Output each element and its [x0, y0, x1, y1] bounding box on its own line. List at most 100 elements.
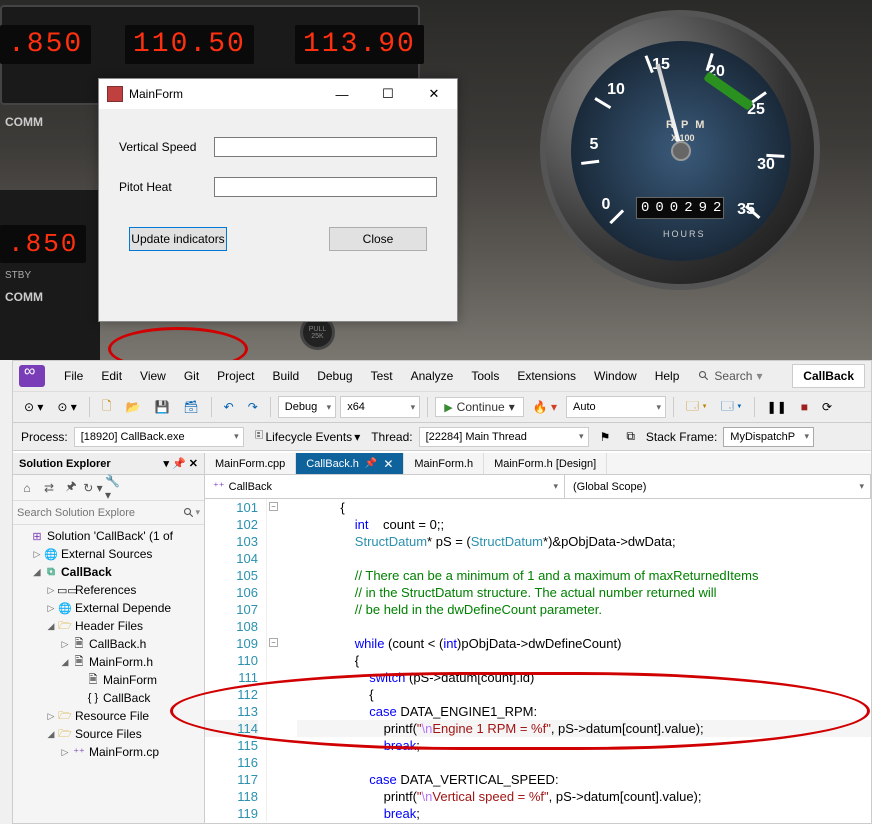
tb-saveall-icon[interactable]: 🗃: [178, 397, 203, 417]
gauge-num-10: 10: [601, 81, 631, 99]
menu-view[interactable]: View: [131, 365, 175, 387]
nav-member-combo[interactable]: (Global Scope): [565, 475, 871, 498]
menu-build[interactable]: Build: [264, 365, 309, 387]
tab-pin-icon[interactable]: 📌: [365, 458, 377, 469]
tb-auto-dropdown[interactable]: Auto: [566, 396, 666, 418]
mainform-window: MainForm — ☐ ✕ Vertical Speed Pitot Heat…: [98, 78, 458, 322]
menu-project[interactable]: Project: [208, 365, 263, 387]
editor-tabs: MainForm.cpp CallBack.h📌✕ MainForm.h Mai…: [205, 453, 871, 475]
menu-help[interactable]: Help: [646, 365, 689, 387]
update-indicators-button[interactable]: Update indicators: [129, 227, 227, 251]
comm-label-a: COMM: [5, 115, 43, 129]
solexp-refresh-icon[interactable]: ↻ ▾: [83, 478, 103, 498]
maximize-button[interactable]: ☐: [365, 79, 411, 109]
tree-resource-files[interactable]: ▷🗁Resource File: [13, 707, 204, 725]
tb-stop-icon[interactable]: ■: [796, 397, 813, 417]
lifecycle-button[interactable]: 🗉 Lifecycle Events ▾: [250, 423, 366, 450]
tree-external-deps[interactable]: ▷🌐External Depende: [13, 599, 204, 617]
tb-new-icon[interactable]: 🗋: [97, 394, 117, 421]
visual-studio-window: File Edit View Git Project Build Debug T…: [12, 360, 872, 824]
menu-git[interactable]: Git: [175, 365, 208, 387]
menu-debug[interactable]: Debug: [308, 365, 361, 387]
tree-mainform-sub[interactable]: 🗎MainForm: [13, 671, 204, 689]
vs-menubar: File Edit View Git Project Build Debug T…: [13, 361, 871, 391]
tb-config-dropdown[interactable]: Debug: [278, 396, 336, 418]
mainform-title-text: MainForm: [129, 87, 183, 101]
nav-scope-combo[interactable]: ⁺⁺CallBack: [205, 475, 565, 498]
flag-icon[interactable]: ⚑: [595, 427, 616, 447]
tree-callback-sub[interactable]: { }CallBack: [13, 689, 204, 707]
stack-label: Stack Frame:: [646, 430, 717, 444]
menu-tools[interactable]: Tools: [462, 365, 508, 387]
tb-box1-icon[interactable]: 🗔 ▾: [681, 394, 712, 421]
tb-restart-icon[interactable]: ⟳: [817, 397, 837, 417]
tree-mainform-cpp[interactable]: ▷⁺⁺MainForm.cp: [13, 743, 204, 761]
solexp-switch-icon[interactable]: ⇄: [39, 478, 59, 498]
comm-label-b: COMM: [5, 290, 43, 304]
tree-callback-h[interactable]: ▷🗎CallBack.h: [13, 635, 204, 653]
menu-extensions[interactable]: Extensions: [508, 365, 585, 387]
tb-nav-fwd[interactable]: ⊙ ▾: [52, 397, 81, 417]
tb-continue-button[interactable]: ▶Continue ▾: [435, 397, 524, 417]
tree-source-files[interactable]: ◢🗁Source Files: [13, 725, 204, 743]
tab-mainform-design[interactable]: MainForm.h [Design]: [484, 453, 607, 474]
code-editor: MainForm.cpp CallBack.h📌✕ MainForm.h Mai…: [205, 453, 871, 823]
tab-close-icon[interactable]: ✕: [383, 457, 393, 471]
tb-platform-dropdown[interactable]: x64: [340, 396, 420, 418]
tb-open-icon[interactable]: 📂: [121, 397, 146, 417]
tab-mainform-h[interactable]: MainForm.h: [404, 453, 484, 474]
fold-icon[interactable]: −: [269, 502, 278, 511]
minimize-button[interactable]: —: [319, 79, 365, 109]
tb-undo-icon[interactable]: ↶: [219, 397, 239, 417]
solexp-home-icon[interactable]: ⌂: [17, 478, 37, 498]
led-display-3: 113.90: [295, 25, 424, 64]
gauge-odometer: 000292: [636, 197, 724, 219]
tab-mainform-cpp[interactable]: MainForm.cpp: [205, 453, 296, 474]
solexp-search-input[interactable]: [17, 507, 183, 519]
code-lines[interactable]: { int count = 0;; StructDatum* pS = (Str…: [297, 499, 871, 822]
tree-mainform-h[interactable]: ◢🗎MainForm.h: [13, 653, 204, 671]
tb-box2-icon[interactable]: 🗔 ▾: [716, 394, 747, 421]
threads-icon[interactable]: ⧉: [621, 426, 640, 447]
menu-edit[interactable]: Edit: [92, 365, 131, 387]
thread-label: Thread:: [371, 430, 412, 444]
led-display-4: .850: [0, 225, 86, 263]
menu-window[interactable]: Window: [585, 365, 646, 387]
led-display-1: .850: [0, 25, 91, 64]
menu-analyze[interactable]: Analyze: [402, 365, 463, 387]
mainform-icon: [107, 86, 123, 102]
stack-combo[interactable]: MyDispatchP: [723, 427, 814, 447]
thread-combo[interactable]: [22284] Main Thread: [419, 427, 589, 447]
tab-callback-h[interactable]: CallBack.h📌✕: [296, 453, 404, 474]
pitot-input[interactable]: [214, 177, 437, 197]
stby-label: STBY: [5, 270, 31, 281]
menu-test[interactable]: Test: [362, 365, 402, 387]
solexp-close-icon[interactable]: ✕: [189, 457, 198, 470]
vspeed-input[interactable]: [214, 137, 437, 157]
tb-pause-icon[interactable]: ❚❚: [762, 397, 792, 417]
fold-icon[interactable]: −: [269, 638, 278, 647]
tb-hot-reload-icon[interactable]: 🔥 ▾: [528, 397, 562, 417]
process-combo[interactable]: [18920] CallBack.exe: [74, 427, 244, 447]
tb-redo-icon[interactable]: ↷: [243, 397, 263, 417]
tb-save-icon[interactable]: 💾: [149, 397, 174, 417]
vs-callback-indicator[interactable]: CallBack: [792, 364, 865, 388]
tree-solution[interactable]: ⊞Solution 'CallBack' (1 of: [13, 527, 204, 545]
tree-external-sources[interactable]: ▷🌐External Sources: [13, 545, 204, 563]
tree-project-callback[interactable]: ◢⧉CallBack: [13, 563, 204, 581]
solexp-pin-icon[interactable]: 📌: [172, 457, 186, 470]
tree-references[interactable]: ▷▭▭References: [13, 581, 204, 599]
mainform-titlebar[interactable]: MainForm — ☐ ✕: [99, 79, 457, 109]
solexp-dropdown-icon[interactable]: ▾: [164, 457, 170, 470]
solexp-wrench-icon[interactable]: 🔧 ▾: [105, 478, 125, 498]
close-button[interactable]: ✕: [411, 79, 457, 109]
tb-nav-back[interactable]: ⊙ ▾: [19, 397, 48, 417]
tree-header-files[interactable]: ◢🗁Header Files: [13, 617, 204, 635]
gauge-num-30: 30: [751, 156, 781, 174]
menu-file[interactable]: File: [55, 365, 92, 387]
vs-search[interactable]: Search ▾: [698, 369, 762, 383]
solexp-sync-icon[interactable]: 🖈: [61, 478, 81, 498]
gauge-needle: [656, 64, 683, 152]
close-form-button[interactable]: Close: [329, 227, 427, 251]
pitot-label: Pitot Heat: [119, 180, 214, 194]
